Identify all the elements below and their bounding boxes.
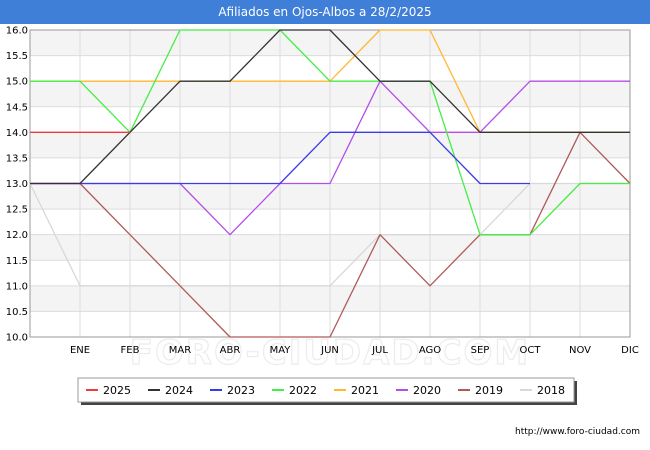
x-tick-label: MAR: [169, 345, 191, 356]
legend-label-2020: 2020: [413, 384, 441, 397]
y-tick-label: 14.5: [6, 102, 28, 113]
y-tick-label: 10.0: [6, 333, 28, 344]
legend-label-2019: 2019: [475, 384, 503, 397]
legend-label-2024: 2024: [165, 384, 193, 397]
x-tick-label: DIC: [621, 345, 639, 356]
legend-label-2025: 2025: [103, 384, 131, 397]
x-tick-label: ENE: [70, 345, 90, 356]
y-tick-label: 14.0: [6, 128, 28, 139]
y-tick-label: 15.5: [6, 51, 28, 62]
legend-label-2023: 2023: [227, 384, 255, 397]
x-tick-label: SEP: [471, 345, 490, 356]
x-tick-label: MAY: [270, 345, 292, 356]
y-tick-label: 13.0: [6, 179, 28, 190]
x-tick-label: AGO: [419, 345, 441, 356]
x-tick-label: NOV: [569, 345, 591, 356]
y-tick-label: 10.5: [6, 307, 28, 318]
y-tick-label: 11.0: [6, 281, 28, 292]
legend-label-2022: 2022: [289, 384, 317, 397]
footer-url: http://www.foro-ciudad.com: [515, 427, 640, 437]
x-tick-label: ABR: [220, 345, 241, 356]
chart-title: Afiliados en Ojos-Albos a 28/2/2025: [0, 0, 650, 24]
x-tick-label: FEB: [121, 345, 140, 356]
y-tick-label: 11.5: [6, 256, 28, 267]
y-axis-ticks: 10.0 10.5 11.0 11.5 12.0 12.5 13.0 13.5 14.0 14.5…: [6, 26, 28, 344]
y-tick-label: 12.0: [6, 230, 28, 241]
legend-label-2021: 2021: [351, 384, 379, 397]
y-tick-label: 13.5: [6, 153, 28, 164]
y-tick-label: 16.0: [6, 26, 28, 37]
line-chart: FORO-CIUDAD.COM 10.010.511.011.512.012.5…: [6, 26, 639, 405]
y-tick-label: 12.5: [6, 205, 28, 216]
x-tick-label: JUN: [320, 345, 339, 356]
y-tick-label: 15.0: [6, 77, 28, 88]
x-tick-label: JUL: [371, 345, 388, 356]
x-tick-label: OCT: [520, 345, 542, 356]
legend-label-2018: 2018: [537, 384, 565, 397]
